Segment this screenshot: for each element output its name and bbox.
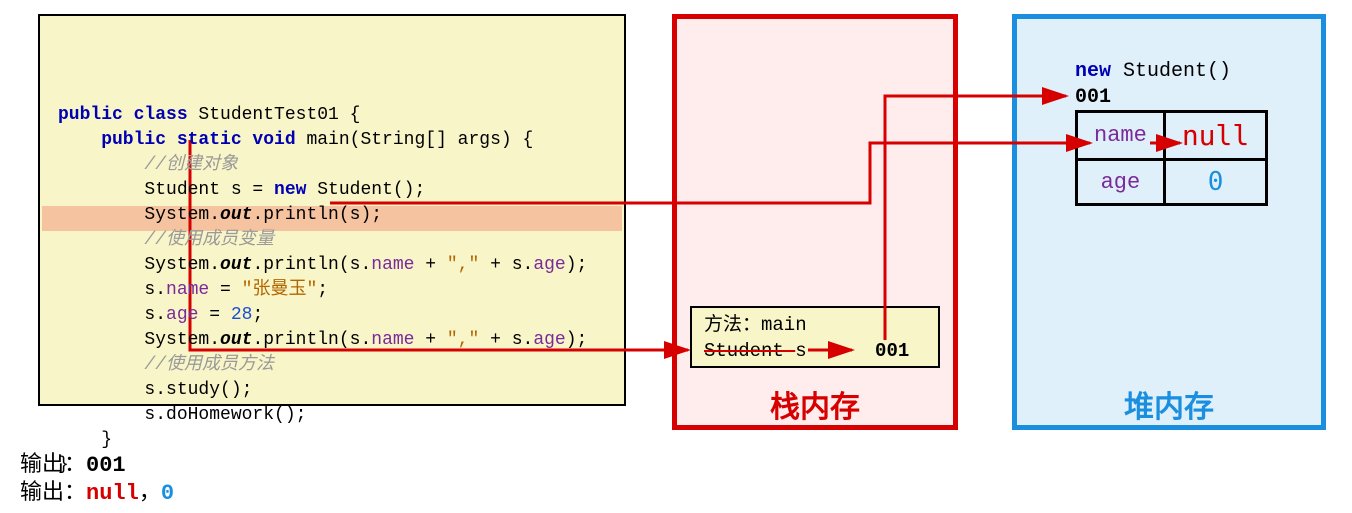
- field-age-label: age: [1077, 160, 1165, 205]
- stack-addr: 001: [875, 340, 909, 362]
- code-panel: public class StudentTest01 { public stat…: [38, 14, 626, 406]
- heap-new-expr: new Student(): [1075, 60, 1231, 83]
- stack-frame-main: 方法：main Student s 001: [690, 306, 940, 368]
- field-age-value: 0: [1164, 160, 1266, 205]
- field-name-value: null: [1164, 112, 1266, 160]
- kw-method-sig: public static void: [58, 130, 296, 150]
- comment-use-method: //使用成员方法: [58, 355, 274, 375]
- heap-label: 堆内存: [1012, 382, 1326, 426]
- comment-use-field: //使用成员变量: [58, 230, 274, 250]
- field-name-label: name: [1077, 112, 1165, 160]
- comment-create: //创建对象: [58, 155, 238, 175]
- stack-label: 栈内存: [672, 382, 958, 426]
- output-line-2: 输出：null，0: [20, 480, 174, 508]
- object-table: name null age 0: [1075, 110, 1268, 206]
- stack-frame-method: 方法：main: [704, 312, 926, 338]
- heap-addr: 001: [1075, 86, 1111, 109]
- kw-public-class: public class: [58, 105, 188, 125]
- code-content: public class StudentTest01 { public stat…: [58, 103, 606, 478]
- stack-frame-var: Student s 001: [704, 338, 926, 364]
